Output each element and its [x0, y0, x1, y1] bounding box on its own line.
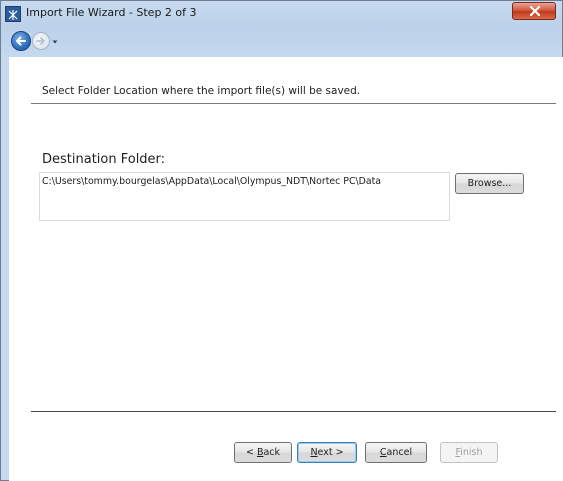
finish-label-rest: inish — [460, 447, 483, 458]
back-label-rest: ack — [263, 447, 281, 458]
destination-path-field[interactable]: C:\Users\tommy.bourgelas\AppData\Local\O… — [39, 172, 450, 221]
wizard-content: Select Folder Location where the import … — [9, 57, 563, 481]
window-title: Import File Wizard - Step 2 of 3 — [26, 6, 197, 19]
title-bar[interactable]: Import File Wizard - Step 2 of 3 — [1, 1, 562, 27]
cancel-label-rest: ancel — [386, 447, 413, 458]
footer-divider — [31, 411, 556, 412]
forward-arrow-icon[interactable] — [32, 32, 50, 50]
wizard-window: Import File Wizard - Step 2 of 3 Select … — [0, 0, 563, 481]
close-icon — [529, 6, 541, 16]
back-arrow-icon[interactable] — [11, 31, 31, 51]
app-icon — [5, 6, 21, 22]
next-button[interactable]: Next > — [297, 442, 357, 463]
back-button[interactable]: < Back — [234, 442, 292, 463]
chevron-down-icon[interactable] — [52, 39, 58, 45]
close-button[interactable] — [512, 2, 556, 20]
cancel-mnemonic: C — [379, 447, 387, 458]
browse-button[interactable]: Browse... — [455, 173, 524, 194]
destination-folder-label: Destination Folder: — [42, 152, 166, 167]
instruction-text: Select Folder Location where the import … — [42, 85, 361, 97]
cancel-button[interactable]: Cancel — [365, 442, 427, 463]
back-prefix: < — [245, 447, 257, 458]
finish-button[interactable]: Finish — [440, 442, 498, 463]
next-mnemonic: N — [310, 447, 318, 458]
next-suffix: > — [332, 447, 344, 458]
next-label-rest: ext — [317, 447, 333, 458]
navigation-bar — [1, 27, 562, 57]
header-divider — [31, 103, 556, 104]
destination-path-text: C:\Users\tommy.bourgelas\AppData\Local\O… — [42, 176, 382, 187]
